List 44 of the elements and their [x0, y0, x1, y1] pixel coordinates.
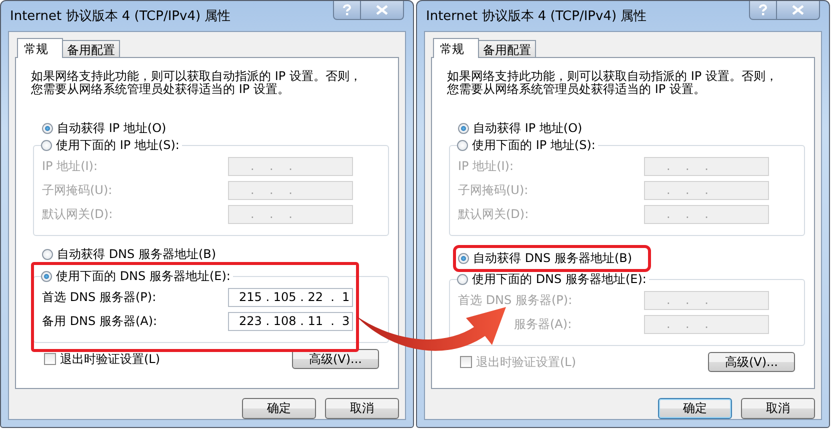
help-button[interactable]: [333, 1, 361, 20]
ip-address-field[interactable]: 223 . 108 . 11 . 3: [228, 312, 353, 330]
close-button[interactable]: [361, 1, 404, 20]
ok-button[interactable]: 确定: [242, 398, 316, 419]
radio-button[interactable]: [42, 123, 53, 134]
cancel-button[interactable]: 取消: [741, 398, 815, 419]
ok-button[interactable]: 确定: [658, 398, 732, 419]
cancel-button[interactable]: 取消: [325, 398, 399, 419]
field-label: IP 地址(I):: [42, 158, 99, 174]
field-label: 备用 DNS 服务器(A):: [42, 312, 158, 330]
radio-button[interactable]: [458, 123, 469, 134]
radio-button[interactable]: [457, 140, 468, 151]
field-label: 子网掩码(U):: [458, 182, 530, 198]
tab[interactable]: 备用配置: [478, 40, 536, 57]
radio-button[interactable]: [457, 274, 468, 285]
field-label: 子网掩码(U):: [42, 182, 114, 198]
radio-label: 自动获得 DNS 服务器地址(B): [473, 250, 632, 267]
window-title: Internet 协议版本 4 (TCP/IPv4) 属性: [9, 8, 231, 25]
ip-address-field[interactable]: 215 . 105 . 22 . 1: [228, 288, 353, 306]
window-title: Internet 协议版本 4 (TCP/IPv4) 属性: [425, 8, 647, 25]
field-label: 默认网关(D):: [42, 206, 114, 222]
help-button[interactable]: [749, 1, 777, 20]
field-label: 默认网关(D):: [458, 206, 530, 222]
close-icon: [376, 5, 388, 15]
radio-button[interactable]: [458, 253, 469, 264]
description-text: 如果网络支持此功能，则可以获取自动指派的 IP 设置。否则， 您需要从网络系统管理员处获得适当的 IP 设置。: [447, 70, 778, 96]
description-text: 如果网络支持此功能，则可以获取自动指派的 IP 设置。否则， 您需要从网络系统管理员处获得适当的 IP 设置。: [31, 70, 362, 96]
field-label: 首选 DNS 服务器(P):: [42, 288, 158, 306]
help-icon: [758, 4, 768, 16]
help-icon: [342, 4, 352, 16]
field-label: 服务器(A):: [513, 316, 573, 332]
checkbox[interactable]: [44, 353, 56, 365]
tab[interactable]: 常规: [433, 38, 479, 58]
field-label: 首选 DNS 服务器(P):: [458, 292, 574, 308]
radio-button[interactable]: [41, 140, 52, 151]
radio-option[interactable]: 自动获得 DNS 服务器地址(B): [458, 250, 646, 267]
tab[interactable]: 常规: [17, 38, 63, 58]
close-icon: [792, 5, 804, 15]
radio-button[interactable]: [41, 271, 52, 282]
close-button[interactable]: [777, 1, 820, 20]
tab[interactable]: 备用配置: [62, 40, 120, 57]
radio-button[interactable]: [42, 249, 53, 260]
advanced-button[interactable]: 高级(V)...: [708, 352, 795, 372]
field-label: IP 地址(I):: [458, 158, 515, 174]
